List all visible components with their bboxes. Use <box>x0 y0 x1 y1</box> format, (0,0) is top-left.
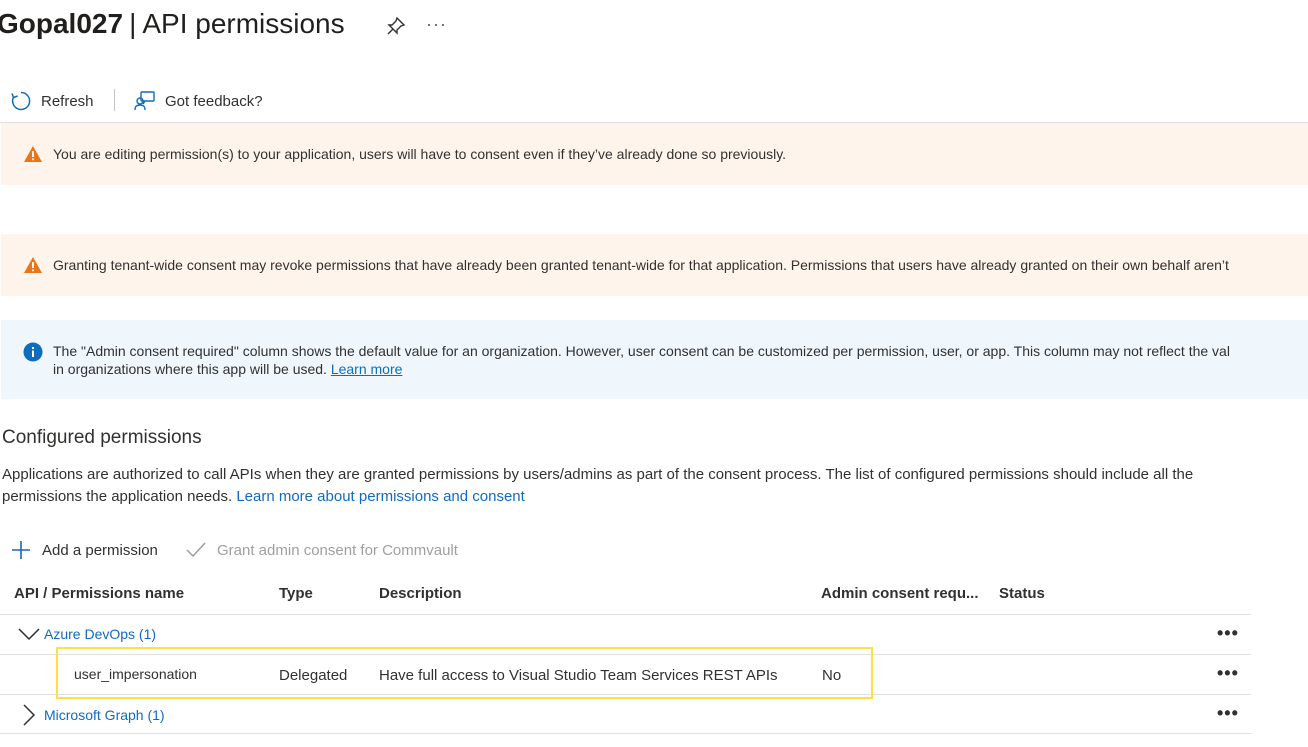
permissions-consent-link[interactable]: Learn more about permissions and consent <box>236 488 525 505</box>
info-icon <box>23 342 43 362</box>
refresh-icon <box>11 91 31 111</box>
column-header-name[interactable]: API / Permissions name <box>14 585 184 602</box>
group-row-microsoft-graph[interactable]: Microsoft Graph (1) <box>22 704 165 726</box>
section-description-text: Applications are authorized to call APIs… <box>2 466 1194 505</box>
row-rule <box>0 733 1251 734</box>
group-label-microsoft-graph[interactable]: Microsoft Graph (1) <box>44 707 165 723</box>
more-icon[interactable]: ••• <box>1217 623 1239 644</box>
toolbar-divider <box>114 89 115 111</box>
more-icon[interactable]: ••• <box>1217 663 1239 684</box>
tenant-warning-banner: Granting tenant-wide consent may revoke … <box>1 234 1308 296</box>
info-text-line2: in organizations where this app will be … <box>53 361 327 377</box>
page-title: Gopal027 | API permissions <box>0 8 345 40</box>
feedback-icon <box>134 91 155 111</box>
more-icon[interactable]: ••• <box>1217 703 1239 724</box>
feedback-label: Got feedback? <box>165 92 263 110</box>
learn-more-link[interactable]: Learn more <box>331 361 403 377</box>
refresh-button[interactable]: Refresh <box>10 88 94 114</box>
column-header-status[interactable]: Status <box>999 585 1045 602</box>
plus-icon <box>12 541 30 559</box>
refresh-label: Refresh <box>41 92 94 110</box>
app-name: Gopal027 <box>0 8 124 39</box>
add-permission-label: Add a permission <box>42 541 158 559</box>
group-label-azure-devops[interactable]: Azure DevOps (1) <box>44 626 156 642</box>
table-header-rule <box>0 614 1251 615</box>
edit-warning-text: You are editing permission(s) to your ap… <box>53 146 787 162</box>
chevron-right-icon <box>23 704 36 726</box>
section-title: Configured permissions <box>2 427 202 448</box>
column-header-description[interactable]: Description <box>379 585 462 602</box>
chevron-down-icon <box>18 628 40 641</box>
warning-icon <box>24 257 42 273</box>
checkmark-icon <box>186 542 206 558</box>
group-row-azure-devops[interactable]: Azure DevOps (1) <box>18 624 156 644</box>
column-header-admin-consent[interactable]: Admin consent requ... <box>821 585 979 602</box>
info-text-line1: The "Admin consent required" column show… <box>53 343 1230 359</box>
grant-consent-label: Grant admin consent for Commvault <box>217 541 458 559</box>
edit-warning-banner: You are editing permission(s) to your ap… <box>1 123 1308 185</box>
section-description: Applications are authorized to call APIs… <box>2 464 1252 508</box>
warning-icon <box>24 146 42 162</box>
title-separator: | <box>129 8 137 39</box>
highlight-annotation <box>56 647 873 699</box>
pin-icon[interactable] <box>385 15 407 37</box>
blade-title: API permissions <box>142 8 345 39</box>
grant-consent-button[interactable]: Grant admin consent for Commvault <box>185 538 458 562</box>
column-header-type[interactable]: Type <box>279 585 313 602</box>
tenant-warning-text: Granting tenant-wide consent may revoke … <box>53 257 1229 273</box>
info-banner: The "Admin consent required" column show… <box>1 320 1308 399</box>
feedback-button[interactable]: Got feedback? <box>134 88 263 114</box>
add-permission-button[interactable]: Add a permission <box>10 538 158 562</box>
more-options-icon[interactable]: ··· <box>426 14 447 35</box>
